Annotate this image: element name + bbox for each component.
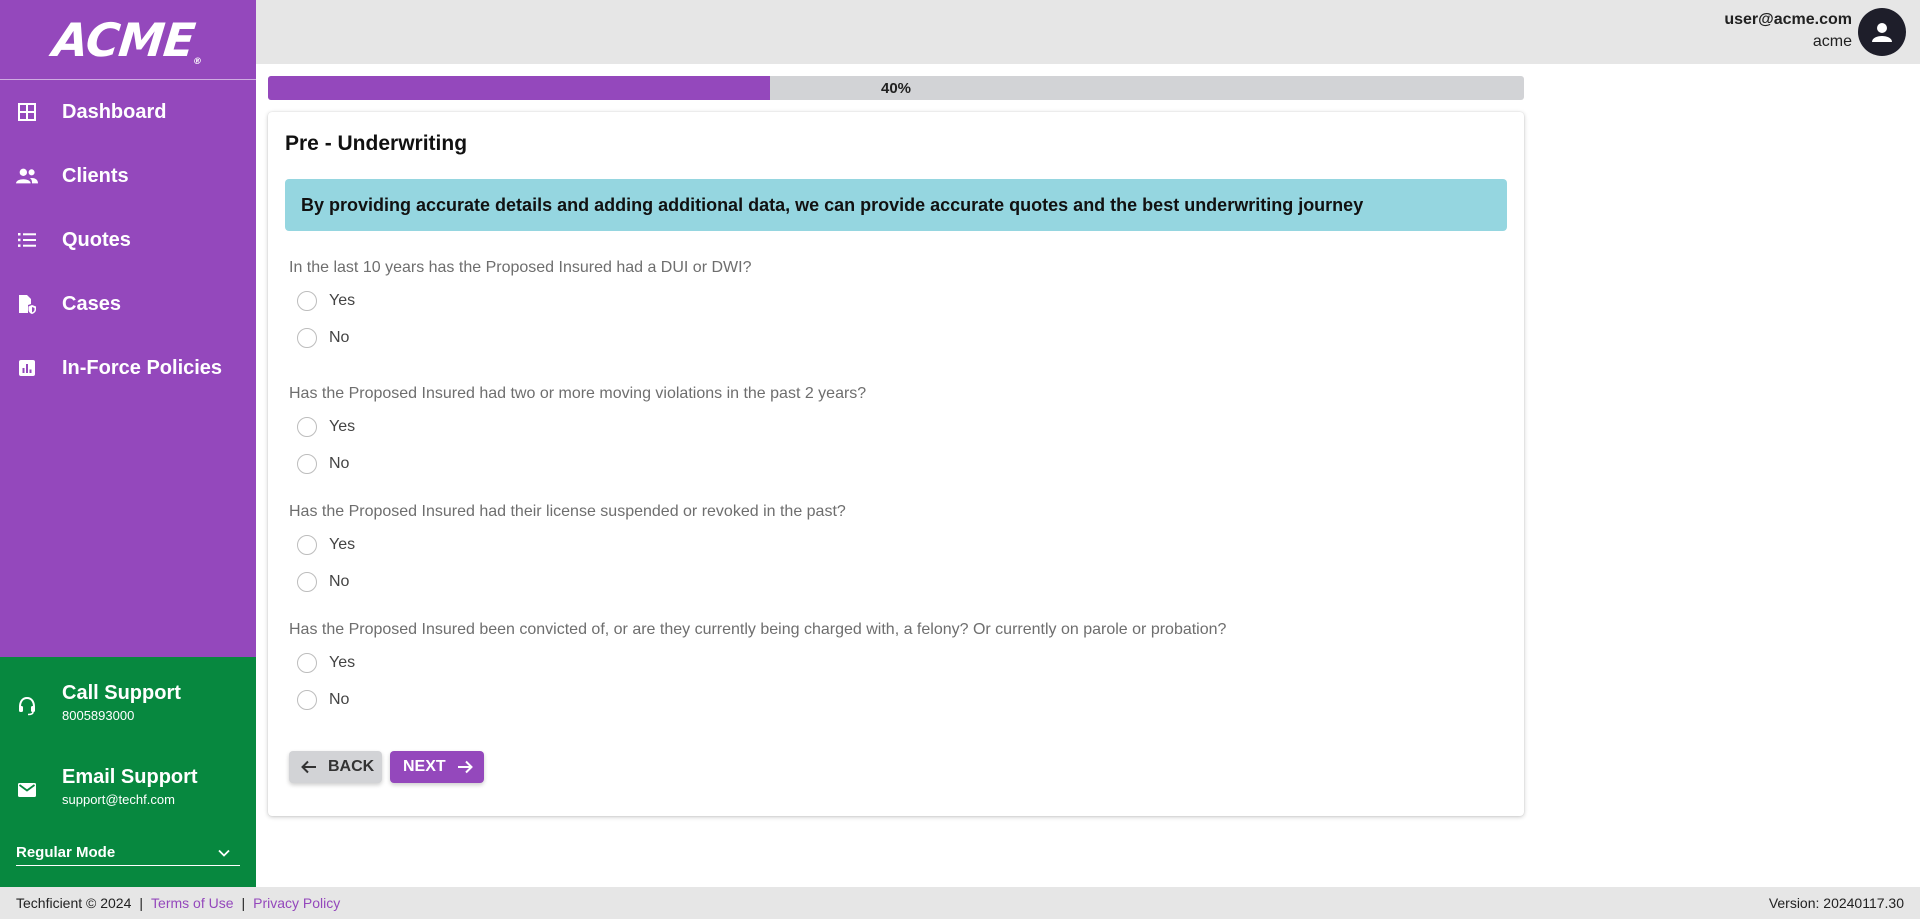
top-bar: user@acme.com acme	[256, 0, 1920, 64]
sidebar-item-label: Clients	[62, 164, 129, 187]
call-support-number[interactable]: 8005893000	[62, 707, 181, 725]
sidebar-item-label: Quotes	[62, 228, 131, 251]
people-icon	[16, 165, 38, 187]
page-title: Pre - Underwriting	[285, 132, 468, 155]
radio-button[interactable]	[297, 327, 317, 348]
list-icon	[16, 229, 38, 251]
sidebar-item-label: Cases	[62, 292, 121, 315]
radio-option-yes[interactable]: Yes	[297, 408, 1489, 445]
radio-label: Yes	[329, 535, 356, 553]
radio-label: No	[329, 572, 350, 590]
question-text: In the last 10 years has the Proposed In…	[289, 259, 752, 276]
footer-separator: |	[139, 895, 144, 911]
support-panel: Call Support 8005893000 Email Support su…	[0, 657, 256, 887]
back-button[interactable]: BACK	[289, 751, 382, 783]
sidebar-item-dashboard[interactable]: Dashboard	[0, 80, 256, 144]
sidebar-item-label: Dashboard	[62, 100, 167, 123]
registered-mark: ®	[192, 56, 202, 67]
sidebar-item-in-force-policies[interactable]: In-Force Policies	[0, 336, 256, 400]
headset-icon	[16, 695, 38, 717]
call-support-title: Call Support	[62, 682, 181, 704]
radio-button[interactable]	[297, 652, 317, 673]
form-card: Pre - Underwriting By providing accurate…	[268, 112, 1524, 816]
radio-button[interactable]	[297, 416, 317, 437]
radio-label: Yes	[329, 417, 356, 435]
next-button-label: NEXT	[403, 758, 446, 775]
arrow-right-icon	[457, 760, 473, 774]
mode-select[interactable]: Regular Mode	[16, 840, 240, 866]
email-support[interactable]: Email Support support@techf.com	[0, 765, 256, 809]
user-org: acme	[1812, 33, 1852, 50]
footer-separator: |	[241, 895, 246, 911]
sidebar-nav: Dashboard Clients Quotes Cases In-Force …	[0, 80, 256, 400]
grid-icon	[16, 101, 38, 123]
sidebar-item-cases[interactable]: Cases	[0, 272, 256, 336]
arrow-left-icon	[301, 760, 316, 774]
next-button[interactable]: NEXT	[390, 751, 484, 783]
radio-button[interactable]	[297, 689, 317, 710]
avatar[interactable]	[1858, 8, 1906, 56]
email-support-title: Email Support	[62, 766, 198, 788]
bar-chart-icon	[16, 357, 38, 379]
mode-select-value: Regular Mode	[16, 844, 116, 861]
question-felony: Has the Proposed Insured been convicted …	[289, 620, 1489, 718]
email-support-address[interactable]: support@techf.com	[62, 791, 198, 809]
acme-logo[interactable]: ACME®	[50, 13, 206, 67]
radio-option-no[interactable]: No	[297, 563, 1489, 600]
radio-label: No	[329, 454, 350, 472]
radio-label: Yes	[329, 653, 356, 671]
radio-option-no[interactable]: No	[297, 681, 1489, 718]
question-license-suspended: Has the Proposed Insured had their licen…	[289, 502, 1489, 600]
copyright: Techficient © 2024	[16, 895, 132, 911]
radio-option-no[interactable]: No	[297, 445, 1489, 482]
progress-label: 40%	[880, 79, 912, 97]
radio-label: No	[329, 690, 350, 708]
back-button-label: BACK	[328, 758, 375, 775]
question-text: Has the Proposed Insured had their licen…	[289, 503, 846, 520]
call-support[interactable]: Call Support 8005893000	[0, 681, 256, 725]
version-text: Version: 20240117.30	[1768, 895, 1904, 911]
privacy-link[interactable]: Privacy Policy	[253, 895, 340, 911]
question-text: Has the Proposed Insured had two or more…	[289, 385, 867, 402]
radio-option-yes[interactable]: Yes	[297, 282, 1489, 319]
question-text: Has the Proposed Insured been convicted …	[289, 621, 1227, 638]
sidebar-item-clients[interactable]: Clients	[0, 144, 256, 208]
logo-area: ACME®	[0, 0, 256, 80]
radio-button[interactable]	[297, 290, 317, 311]
footer: Techficient © 2024 | Terms of Use | Priv…	[0, 887, 1920, 919]
radio-option-yes[interactable]: Yes	[297, 644, 1489, 681]
user-icon	[1872, 23, 1892, 42]
info-notice: By providing accurate details and adding…	[285, 179, 1507, 231]
radio-button[interactable]	[297, 453, 317, 474]
mail-icon	[16, 779, 38, 801]
radio-label: No	[329, 328, 350, 346]
radio-option-yes[interactable]: Yes	[297, 526, 1489, 563]
sidebar-item-quotes[interactable]: Quotes	[0, 208, 256, 272]
case-file-icon	[16, 293, 38, 315]
question-moving-violations: Has the Proposed Insured had two or more…	[289, 384, 1489, 482]
radio-label: Yes	[329, 291, 356, 309]
chevron-down-icon	[218, 844, 230, 862]
radio-button[interactable]	[297, 571, 317, 592]
terms-link[interactable]: Terms of Use	[151, 895, 233, 911]
radio-option-no[interactable]: No	[297, 319, 1489, 356]
radio-button[interactable]	[297, 534, 317, 555]
logo-text: ACME	[50, 12, 197, 67]
question-dui: In the last 10 years has the Proposed In…	[289, 258, 1489, 356]
user-info: user@acme.com acme	[1724, 10, 1852, 54]
sidebar-item-label: In-Force Policies	[62, 356, 223, 379]
user-email: user@acme.com	[1724, 11, 1852, 28]
progress-bar: 40%	[268, 76, 1524, 100]
